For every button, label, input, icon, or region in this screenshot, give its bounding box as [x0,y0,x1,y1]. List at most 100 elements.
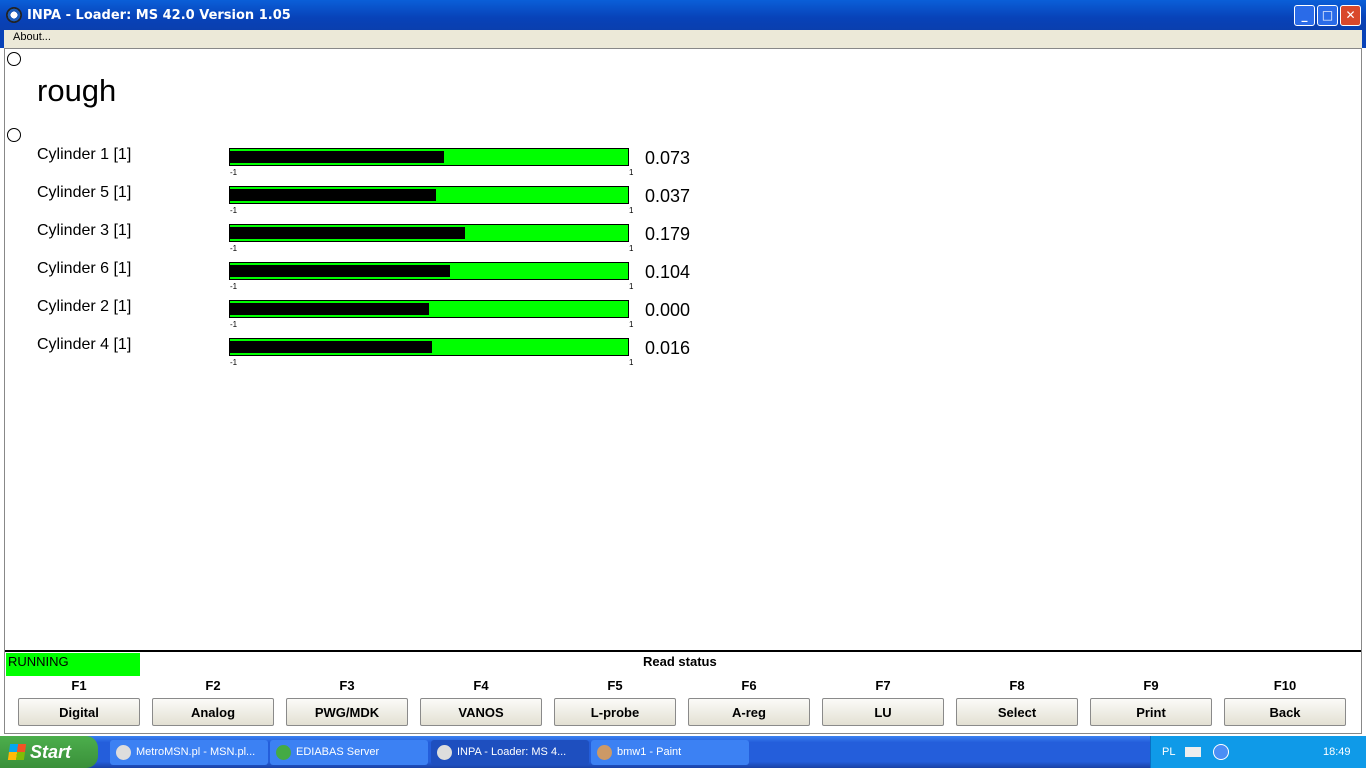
fkey-f8: F8 Select [956,676,1078,726]
scale-max: 1 [629,206,634,215]
scale-max: 1 [629,358,634,367]
scale-max: 1 [629,282,634,291]
cylinder-value: 0.179 [645,224,691,244]
read-status-label: Read status [643,654,717,669]
fkey-f1: F1 Digital [18,676,140,726]
scale-min: -1 [230,244,238,253]
menu-about[interactable]: About... [13,31,51,43]
task-ediabas[interactable]: EDIABAS Server [270,740,428,765]
task-label: EDIABAS Server [296,746,380,758]
title-bar: INPA - Loader: MS 42.0 Version 1.05 _ □ … [0,0,1366,30]
fkey-label: F9 [1143,678,1159,693]
cylinder-label: Cylinder 1 [1] [37,146,132,163]
system-tray: PL 18:49 [1150,736,1366,768]
menu-bar: About... [0,30,1366,48]
cylinder-row: Cylinder 2 [1] -1 1 0.000 [5,298,805,336]
cylinder-bar-fill [230,265,450,277]
analog-button[interactable]: Analog [152,698,274,726]
cylinder-bar-fill [230,303,429,315]
cylinder-label: Cylinder 3 [1] [37,222,132,239]
cylinder-value: 0.104 [645,262,691,282]
function-panel: RUNNING Read status F1 Digital F2 Analog F3 P… [5,650,1361,734]
cylinder-row: Cylinder 6 [1] -1 1 0.104 [5,260,805,298]
cylinder-row: Cylinder 1 [1] -1 1 0.073 [5,146,805,184]
radio-button[interactable] [7,52,21,66]
cylinder-label: Cylinder 2 [1] [37,298,132,315]
chrome-icon [116,745,131,760]
cylinder-bar [229,186,629,204]
scale-max: 1 [629,244,634,253]
scale-min: -1 [230,206,238,215]
scale-min: -1 [230,168,238,177]
window-title: INPA - Loader: MS 42.0 Version 1.05 [27,7,291,23]
cylinder-bar [229,262,629,280]
cylinder-label: Cylinder 6 [1] [37,260,132,277]
status-badge: RUNNING [6,653,140,676]
digital-button[interactable]: Digital [18,698,140,726]
cylinder-bar-fill [230,227,465,239]
cylinder-bar-fill [230,189,436,201]
cylinder-row: Cylinder 5 [1] -1 1 0.037 [5,184,805,222]
maximize-button[interactable]: □ [1317,5,1338,26]
start-button[interactable]: Start [0,736,98,768]
fkey-f4: F4 VANOS [420,676,542,726]
client-area: rough Cylinder 1 [1] -1 1 0.073 Cylinder … [4,48,1362,734]
fkey-label: F4 [473,678,489,693]
language-indicator[interactable]: PL [1162,746,1175,758]
a-reg-button[interactable]: A-reg [688,698,810,726]
print-button[interactable]: Print [1090,698,1212,726]
fkey-label: F1 [71,678,87,693]
cylinder-value: 0.000 [645,300,691,320]
cylinder-bar [229,338,629,356]
cylinder-bar [229,224,629,242]
scale-min: -1 [230,282,238,291]
fkey-label: F3 [339,678,355,693]
radio-button[interactable] [7,128,21,142]
cylinder-bar-fill [230,341,432,353]
l-probe-button[interactable]: L-probe [554,698,676,726]
task-label: bmw1 - Paint [617,746,682,758]
fkey-f7: F7 LU [822,676,944,726]
fkey-f3: F3 PWG/MDK [286,676,408,726]
back-button[interactable]: Back [1224,698,1346,726]
task-label: MetroMSN.pl - MSN.pl... [136,746,256,758]
fkey-f9: F9 Print [1090,676,1212,726]
fkey-label: F8 [1009,678,1025,693]
pwg-mdk-button[interactable]: PWG/MDK [286,698,408,726]
cylinder-value: 0.037 [645,186,691,206]
bmw-logo-icon [6,7,22,23]
fkey-f5: F5 L-probe [554,676,676,726]
select-button[interactable]: Select [956,698,1078,726]
cylinder-bar [229,300,629,318]
fkey-f2: F2 Analog [152,676,274,726]
task-inpa[interactable]: INPA - Loader: MS 4... [431,740,589,765]
show-hidden-icons-icon[interactable] [1213,744,1229,760]
taskbar: Start MetroMSN.pl - MSN.pl... EDIABAS Se… [0,736,1366,768]
close-button[interactable]: ✕ [1340,5,1361,26]
cylinder-value: 0.073 [645,148,691,168]
keyboard-icon[interactable] [1185,747,1201,757]
ediabas-icon [276,745,291,760]
fkey-f10: F10 Back [1224,676,1346,726]
task-metromsn[interactable]: MetroMSN.pl - MSN.pl... [110,740,268,765]
fkey-label: F7 [875,678,891,693]
scale-min: -1 [230,320,238,329]
lu-button[interactable]: LU [822,698,944,726]
cylinder-row: Cylinder 4 [1] -1 1 0.016 [5,336,805,374]
clock: 18:49 [1323,746,1351,758]
task-label: INPA - Loader: MS 4... [457,746,567,758]
fkey-label: F2 [205,678,221,693]
fkey-f6: F6 A-reg [688,676,810,726]
paint-icon [597,745,612,760]
scale-max: 1 [629,168,634,177]
bmw-icon [437,745,452,760]
task-paint[interactable]: bmw1 - Paint [591,740,749,765]
cylinder-value: 0.016 [645,338,691,358]
cylinder-label: Cylinder 4 [1] [37,336,132,353]
fkey-label: F10 [1273,678,1297,693]
cylinder-bar-fill [230,151,444,163]
page-title: rough [37,73,117,108]
minimize-button[interactable]: _ [1294,5,1315,26]
scale-min: -1 [230,358,238,367]
vanos-button[interactable]: VANOS [420,698,542,726]
